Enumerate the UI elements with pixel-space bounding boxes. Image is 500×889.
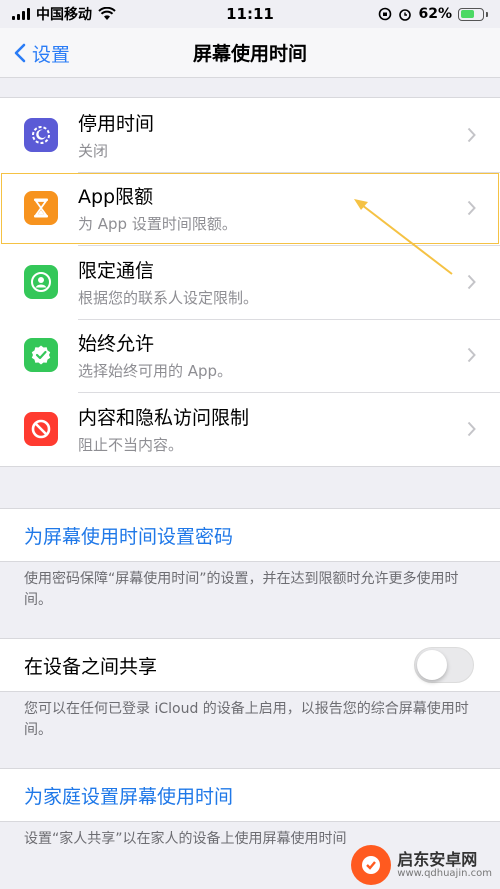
back-label: 设置 xyxy=(32,43,71,66)
wifi-icon xyxy=(98,7,116,20)
orientation-lock-icon xyxy=(379,7,392,21)
status-bar: 中国移动 11:11 62% xyxy=(0,0,500,28)
row-subtitle: 选择始终可用的 App。 xyxy=(78,362,233,381)
hourglass-icon xyxy=(24,191,58,226)
family-setup-link[interactable]: 为家庭设置屏幕使用时间 xyxy=(0,769,500,821)
status-left: 中国移动 xyxy=(12,4,116,24)
watermark: 启东安卓网 www.qdhuajin.com xyxy=(351,845,492,885)
row-subtitle: 根据您的联系人设定限制。 xyxy=(78,288,259,307)
chevron-left-icon xyxy=(14,43,26,63)
family-group: 为家庭设置屏幕使用时间 xyxy=(0,768,500,822)
checkmark-badge-icon xyxy=(24,338,58,373)
battery-icon xyxy=(458,7,488,21)
row-always-allowed[interactable]: 始终允许 选择始终可用的 App。 xyxy=(0,318,500,393)
alarm-icon xyxy=(399,9,412,21)
row-title: 内容和隐私访问限制 xyxy=(78,406,250,429)
prohibited-icon xyxy=(24,411,58,446)
share-note: 您可以在任何已登录 iCloud 的设备上启用，以报告您的综合屏幕使用时间。 xyxy=(24,701,469,738)
set-passcode-link[interactable]: 为屏幕使用时间设置密码 xyxy=(0,509,500,561)
annotation-arrow xyxy=(354,199,453,275)
contact-icon xyxy=(24,264,58,299)
passcode-note: 使用密码保障“屏幕使用时间”的设置，并在达到限额时允许更多使用时间。 xyxy=(24,571,459,608)
row-subtitle: 关闭 xyxy=(78,141,109,160)
row-content-privacy[interactable]: 内容和隐私访问限制 阻止不当内容。 xyxy=(0,392,500,466)
back-button[interactable]: 设置 xyxy=(14,28,70,78)
downtime-icon xyxy=(24,117,58,152)
battery-percent: 62% xyxy=(418,6,452,22)
row-subtitle: 阻止不当内容。 xyxy=(78,435,184,454)
share-group: 在设备之间共享 xyxy=(0,638,500,692)
carrier-label: 中国移动 xyxy=(36,7,92,23)
passcode-group: 为屏幕使用时间设置密码 xyxy=(0,508,500,562)
share-toggle[interactable] xyxy=(414,647,474,683)
status-right: 62% xyxy=(378,6,488,22)
row-downtime[interactable]: 停用时间 关闭 xyxy=(0,98,500,172)
row-title: 始终允许 xyxy=(78,333,155,356)
row-title: App限额 xyxy=(78,186,154,209)
row-title: 限定通信 xyxy=(78,259,155,282)
watermark-logo-icon xyxy=(351,845,392,885)
watermark-name: 启东安卓网 xyxy=(397,849,478,869)
share-label: 在设备之间共享 xyxy=(24,655,158,678)
signal-icon xyxy=(12,8,30,20)
row-subtitle: 为 App 设置时间限额。 xyxy=(78,215,237,234)
nav-bar: 设置 屏幕使用时间 xyxy=(0,28,500,78)
page-title: 屏幕使用时间 xyxy=(192,43,307,65)
row-title: 停用时间 xyxy=(78,112,155,135)
chevron-right-icon xyxy=(467,127,476,142)
chevron-right-icon xyxy=(467,348,476,363)
chevron-right-icon xyxy=(467,421,476,436)
watermark-url: www.qdhuajin.com xyxy=(397,868,492,880)
share-row: 在设备之间共享 xyxy=(0,639,500,691)
